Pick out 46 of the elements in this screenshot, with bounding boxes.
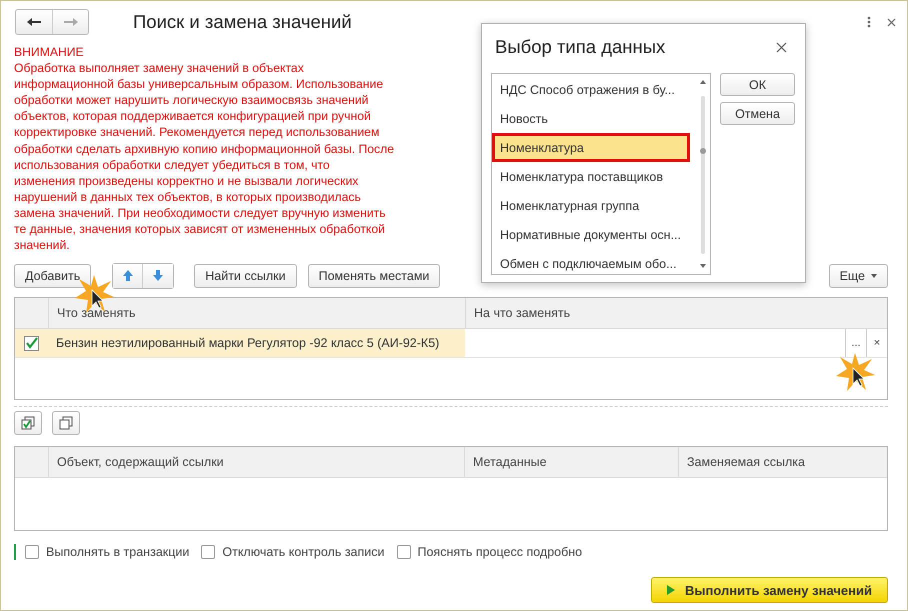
list-item[interactable]: Обмен с подключаемым обо... xyxy=(492,249,690,278)
forward-arrow-icon xyxy=(62,17,78,27)
checkbox[interactable] xyxy=(25,545,39,560)
window-title: Поиск и замена значений xyxy=(133,11,352,33)
click-highlight-icon xyxy=(834,351,876,393)
warning-heading: ВНИМАНИЕ xyxy=(14,44,84,60)
checkbox[interactable] xyxy=(396,545,410,560)
option-label: Пояснять процесс подробно xyxy=(418,545,582,560)
cancel-button[interactable]: Отмена xyxy=(720,102,795,125)
column-header: Заменяемая ссылка xyxy=(678,447,887,478)
checkbox[interactable] xyxy=(24,336,39,351)
uncheck-all-button[interactable] xyxy=(52,411,80,436)
run-button[interactable]: Выполнить замену значений xyxy=(651,577,888,604)
add-button[interactable]: Добавить xyxy=(14,264,92,288)
more-button[interactable]: Еще xyxy=(828,264,888,288)
column-header: Объект, содержащий ссылки xyxy=(48,447,464,478)
up-arrow-icon xyxy=(122,269,134,282)
close-icon[interactable] xyxy=(776,42,787,52)
ok-button[interactable]: ОК xyxy=(720,73,795,96)
column-header: На что заменять xyxy=(465,298,887,328)
play-icon xyxy=(667,585,676,596)
close-icon[interactable] xyxy=(887,18,896,26)
warning-text: Обработка выполняет замену значений в объектах информационной базы универсальным образом. Использование обработки может нарушить логическую взаимосвязь значений объектов, которая поддерживается конфигурацией при ручной корректировке значений. Рекомендуется перед использованием обработки сделать архивную копию информационной базы. После использования обработки следует убедиться в том, что изменения произведены корректно и не вызвали логических нарушений в данных тех объектов, в которых производилась замена значений. При необходимости следует вручную изменить те данные, значения которых зависят от измененных обработкой значений. xyxy=(14,60,394,254)
swap-button[interactable]: Поменять местами xyxy=(308,264,440,288)
back-arrow-icon xyxy=(26,17,42,27)
caret-icon xyxy=(871,274,877,278)
checkbox[interactable] xyxy=(201,545,216,560)
list-item[interactable]: Нормативные документы осн... xyxy=(492,220,690,249)
find-links-button[interactable]: Найти ссылки xyxy=(194,264,297,288)
check-all-button[interactable] xyxy=(14,411,42,436)
checked-pages-icon xyxy=(21,416,35,430)
dialog-title: Выбор типа данных xyxy=(495,36,666,58)
list-item[interactable]: Номенклатурная группа xyxy=(492,191,690,220)
more-icon[interactable] xyxy=(867,16,871,28)
list-item[interactable]: НДС Способ отражения в бу... xyxy=(492,75,690,104)
move-down-button[interactable] xyxy=(143,264,174,288)
list-item[interactable]: Номенклатура поставщиков xyxy=(492,162,690,191)
pages-icon xyxy=(59,416,73,430)
option-label: Выполнять в транзакции xyxy=(46,545,190,560)
list-item[interactable]: Номенклатура xyxy=(492,133,690,162)
move-up-button[interactable] xyxy=(113,264,144,288)
down-arrow-icon xyxy=(152,269,164,282)
column-header: Метаданные xyxy=(464,447,678,478)
list-item[interactable]: Новость xyxy=(492,104,690,133)
option-label: Отключать контроль записи xyxy=(222,545,384,560)
table-cell: Бензин неэтилированный марки Регулятор -92 класс 5 (АИ-92-К5) xyxy=(48,329,465,358)
